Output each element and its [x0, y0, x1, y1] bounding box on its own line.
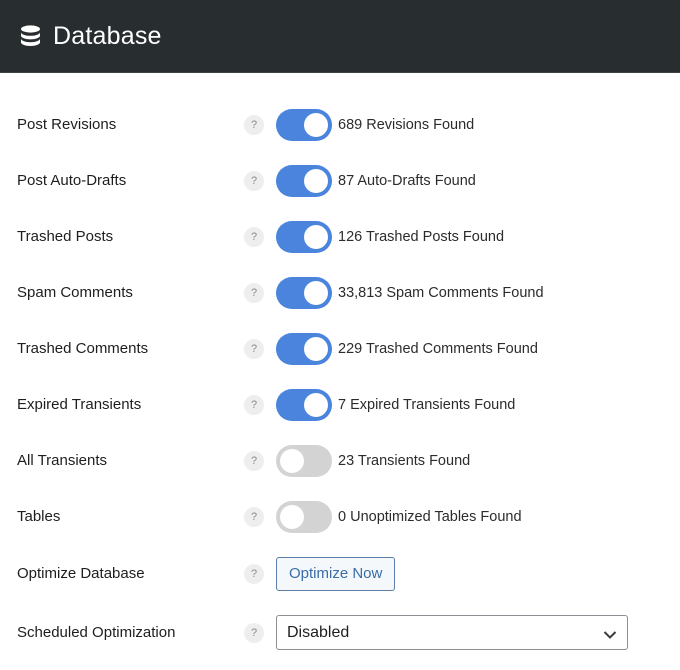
status-text: 689 Revisions Found	[338, 117, 475, 133]
status-text: 0 Unoptimized Tables Found	[338, 509, 522, 525]
setting-label: Post Auto-Drafts	[17, 172, 127, 189]
setting-row-tables: Tables ? 0 Unoptimized Tables Found	[0, 497, 680, 537]
help-icon[interactable]: ?	[244, 507, 264, 527]
help-icon[interactable]: ?	[244, 227, 264, 247]
page-title: Database	[53, 21, 162, 50]
help-icon[interactable]: ?	[244, 283, 264, 303]
setting-label: Trashed Comments	[17, 340, 149, 357]
toggle-trashed-comments[interactable]	[276, 333, 332, 365]
status-text: 87 Auto-Drafts Found	[338, 173, 476, 189]
status-text: 229 Trashed Comments Found	[338, 341, 538, 357]
toggle-knob	[304, 393, 328, 417]
schedule-select[interactable]: Disabled	[276, 615, 628, 650]
help-icon[interactable]: ?	[244, 171, 264, 191]
setting-row-post-revisions: Post Revisions ? 689 Revisions Found	[0, 105, 680, 145]
schedule-selected-value: Disabled	[287, 624, 350, 641]
toggle-knob	[304, 337, 328, 361]
optimize-now-button[interactable]: Optimize Now	[276, 557, 396, 591]
help-icon[interactable]: ?	[244, 451, 264, 471]
toggle-post-revisions[interactable]	[276, 109, 332, 141]
status-text: 33,813 Spam Comments Found	[338, 285, 544, 301]
toggle-knob	[304, 225, 328, 249]
toggle-all-transients[interactable]	[276, 445, 332, 477]
help-icon[interactable]: ?	[244, 564, 264, 584]
setting-label: Spam Comments	[17, 284, 133, 301]
status-text: 126 Trashed Posts Found	[338, 229, 505, 245]
setting-row-trashed-comments: Trashed Comments ? 229 Trashed Comments …	[0, 329, 680, 369]
help-icon[interactable]: ?	[244, 623, 264, 643]
setting-row-spam-comments: Spam Comments ? 33,813 Spam Comments Fou…	[0, 273, 680, 313]
setting-label: All Transients	[17, 452, 108, 469]
help-icon[interactable]: ?	[244, 339, 264, 359]
setting-row-scheduled-optimization: Scheduled Optimization ? Disabled	[0, 613, 680, 653]
setting-label: Scheduled Optimization	[17, 624, 176, 641]
toggle-trashed-posts[interactable]	[276, 221, 332, 253]
status-text: 7 Expired Transients Found	[338, 397, 516, 413]
page-header: Database	[0, 0, 680, 73]
toggle-knob	[304, 169, 328, 193]
setting-label: Tables	[17, 508, 61, 525]
toggle-tables[interactable]	[276, 501, 332, 533]
chevron-down-icon	[603, 627, 617, 639]
toggle-expired-transients[interactable]	[276, 389, 332, 421]
status-text: 23 Transients Found	[338, 453, 471, 469]
setting-row-optimize-database: Optimize Database ? Optimize Now	[0, 554, 680, 594]
setting-label: Trashed Posts	[17, 228, 114, 245]
toggle-spam-comments[interactable]	[276, 277, 332, 309]
setting-label: Optimize Database	[17, 565, 145, 582]
help-icon[interactable]: ?	[244, 395, 264, 415]
database-icon	[20, 24, 41, 48]
setting-row-trashed-posts: Trashed Posts ? 126 Trashed Posts Found	[0, 217, 680, 257]
setting-row-expired-transients: Expired Transients ? 7 Expired Transient…	[0, 385, 680, 425]
toggle-knob	[280, 505, 304, 529]
setting-label: Expired Transients	[17, 396, 142, 413]
setting-row-all-transients: All Transients ? 23 Transients Found	[0, 441, 680, 481]
toggle-knob	[280, 449, 304, 473]
setting-label: Post Revisions	[17, 116, 117, 133]
toggle-knob	[304, 113, 328, 137]
help-icon[interactable]: ?	[244, 115, 264, 135]
toggle-knob	[304, 281, 328, 305]
setting-row-post-auto-drafts: Post Auto-Drafts ? 87 Auto-Drafts Found	[0, 161, 680, 201]
toggle-post-auto-drafts[interactable]	[276, 165, 332, 197]
